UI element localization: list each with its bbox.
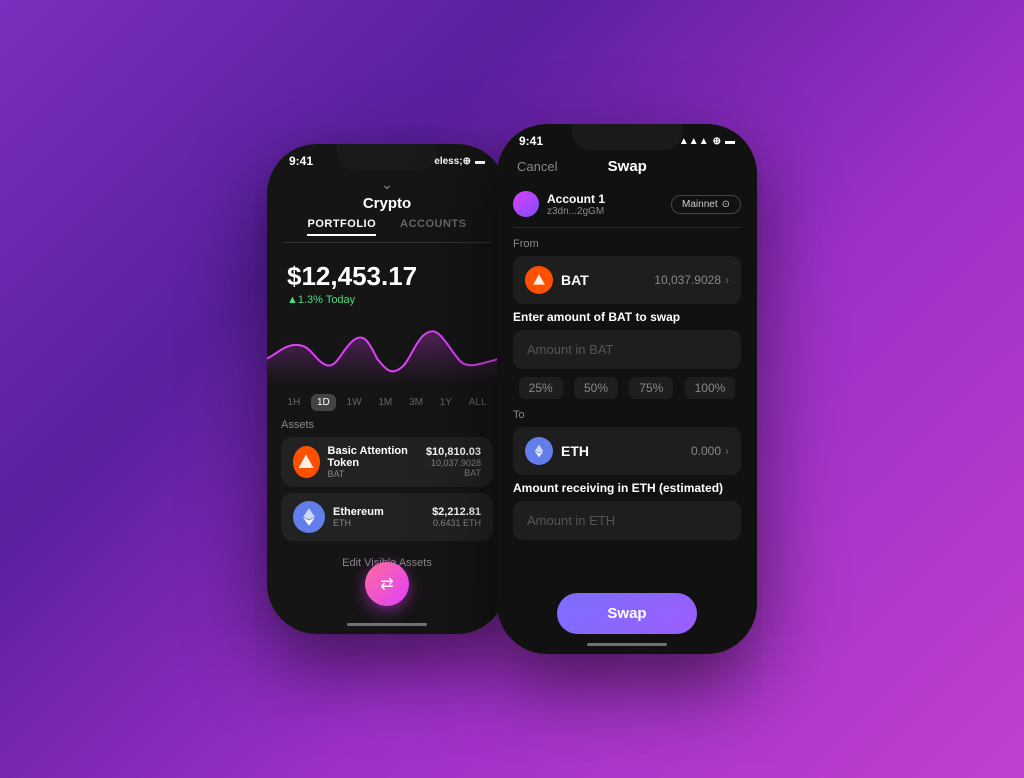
bat-usd: $10,810.03 xyxy=(423,446,481,458)
status-icons-right: ▲▲▲ ⊕ ▬ xyxy=(679,136,735,147)
swap-title: Swap xyxy=(608,158,647,175)
left-header: ⌄ Crypto PORTFOLIO ACCOUNTS xyxy=(267,172,507,251)
tab-bar: PORTFOLIO ACCOUNTS xyxy=(283,218,491,243)
home-indicator-right xyxy=(587,643,667,646)
from-token-amount: 10,037.9028 › xyxy=(654,273,729,287)
pct-25[interactable]: 25% xyxy=(519,377,563,399)
asset-eth-info: Ethereum ETH xyxy=(333,506,384,528)
bat-amount: 10,037.9028 BAT xyxy=(423,458,481,478)
enter-bat-label: Enter amount of BAT to swap xyxy=(513,310,741,324)
to-chevron-icon: › xyxy=(725,444,729,458)
from-bat-icon xyxy=(525,266,553,294)
wifi-icon-right: ⊕ xyxy=(713,136,721,147)
battery-icon-left: ▬ xyxy=(475,156,485,167)
pct-100[interactable]: 100% xyxy=(685,377,736,399)
bat-icon xyxy=(293,446,320,478)
eth-usd: $2,212.81 xyxy=(432,506,481,518)
crypto-title: Crypto xyxy=(283,195,491,212)
asset-eth-left: Ethereum ETH xyxy=(293,501,384,533)
receiving-eth-label: Amount receiving in ETH (estimated) xyxy=(513,481,741,495)
asset-eth[interactable]: Ethereum ETH $2,212.81 0.6431 ETH xyxy=(281,493,493,541)
asset-bat-left: Basic Attention Token BAT xyxy=(293,445,423,479)
assets-label: Assets xyxy=(281,419,493,431)
account-address: z3dn...2gGM xyxy=(547,206,605,217)
assets-section: Assets Basic Attention Token BAT xyxy=(267,419,507,579)
tab-accounts[interactable]: ACCOUNTS xyxy=(400,218,466,236)
filter-3m[interactable]: 3M xyxy=(403,394,429,411)
eth-name: Ethereum xyxy=(333,506,384,518)
network-icon: ⊙ xyxy=(722,199,730,210)
to-eth-icon xyxy=(525,437,553,465)
bat-symbol: BAT xyxy=(328,469,423,479)
account-left: Account 1 z3dn...2gGM xyxy=(513,191,605,217)
tab-portfolio[interactable]: PORTFOLIO xyxy=(307,218,376,236)
to-section: To ETH 0.000 xyxy=(513,409,741,540)
price-chart xyxy=(267,310,507,390)
swap-body: Account 1 z3dn...2gGM Mainnet ⊙ From xyxy=(497,183,757,581)
from-token-symbol: BAT xyxy=(561,272,589,288)
eth-amount-input[interactable]: Amount in ETH xyxy=(513,501,741,540)
account-row: Account 1 z3dn...2gGM Mainnet ⊙ xyxy=(513,183,741,228)
from-chevron-icon: › xyxy=(725,273,729,287)
time-left: 9:41 xyxy=(289,154,313,168)
to-token-row[interactable]: ETH 0.000 › xyxy=(513,427,741,475)
account-info: Account 1 z3dn...2gGM xyxy=(547,192,605,217)
eth-amount: 0.6431 ETH xyxy=(432,518,481,528)
bat-amount-input[interactable]: Amount in BAT xyxy=(513,330,741,369)
asset-bat-info: Basic Attention Token BAT xyxy=(328,445,423,479)
filter-1y[interactable]: 1Y xyxy=(434,394,458,411)
cancel-button[interactable]: Cancel xyxy=(517,159,557,174)
filter-1h[interactable]: 1H xyxy=(281,394,306,411)
swap-fab-button[interactable]: ⇄ xyxy=(365,562,409,606)
percent-row: 25% 50% 75% 100% xyxy=(513,377,741,399)
from-label: From xyxy=(513,238,741,250)
to-token-amount: 0.000 › xyxy=(691,444,729,458)
left-phone: 9:41 ▲▲▲ wireless;⊕ ▬ ⌄ Crypto PORTFOLIO… xyxy=(267,144,507,634)
portfolio-value-section: $12,453.17 ▲1.3% Today xyxy=(267,251,507,310)
swap-header: Cancel Swap xyxy=(497,152,757,183)
mainnet-label: Mainnet xyxy=(682,199,718,210)
notch-right xyxy=(572,124,682,150)
eth-icon xyxy=(293,501,325,533)
from-token-row[interactable]: BAT 10,037.9028 › xyxy=(513,256,741,304)
to-token-left: ETH xyxy=(525,437,589,465)
to-token-symbol: ETH xyxy=(561,443,589,459)
bat-name: Basic Attention Token xyxy=(328,445,423,469)
swap-confirm-button[interactable]: Swap xyxy=(557,593,696,634)
filter-1m[interactable]: 1M xyxy=(372,394,398,411)
chevron-down-icon[interactable]: ⌄ xyxy=(283,176,491,193)
asset-eth-values: $2,212.81 0.6431 ETH xyxy=(432,506,481,528)
account-name: Account 1 xyxy=(547,192,605,206)
pct-50[interactable]: 50% xyxy=(574,377,618,399)
asset-bat[interactable]: Basic Attention Token BAT $10,810.03 10,… xyxy=(281,437,493,487)
filter-all[interactable]: ALL xyxy=(463,394,493,411)
portfolio-total: $12,453.17 xyxy=(287,261,487,292)
screen-right: 9:41 ▲▲▲ ⊕ ▬ Cancel Swap xyxy=(497,124,757,654)
filter-1d[interactable]: 1D xyxy=(311,394,336,411)
to-label: To xyxy=(513,409,741,421)
phones-container: 9:41 ▲▲▲ wireless;⊕ ▬ ⌄ Crypto PORTFOLIO… xyxy=(267,124,757,654)
filter-1w[interactable]: 1W xyxy=(341,394,368,411)
mainnet-badge[interactable]: Mainnet ⊙ xyxy=(671,195,741,214)
notch-left xyxy=(337,144,437,170)
home-indicator-left xyxy=(347,623,427,626)
eth-symbol: ETH xyxy=(333,518,384,528)
pct-75[interactable]: 75% xyxy=(629,377,673,399)
asset-bat-values: $10,810.03 10,037.9028 BAT xyxy=(423,446,481,478)
signal-icon-right: ▲▲▲ xyxy=(679,136,709,147)
screen-left: 9:41 ▲▲▲ wireless;⊕ ▬ ⌄ Crypto PORTFOLIO… xyxy=(267,144,507,634)
battery-icon-right: ▬ xyxy=(725,136,735,147)
portfolio-change: ▲1.3% Today xyxy=(287,294,487,306)
time-filters: 1H 1D 1W 1M 3M 1Y ALL xyxy=(267,390,507,419)
right-phone: 9:41 ▲▲▲ ⊕ ▬ Cancel Swap xyxy=(497,124,757,654)
from-token-left: BAT xyxy=(525,266,589,294)
account-avatar xyxy=(513,191,539,217)
time-right: 9:41 xyxy=(519,134,543,148)
